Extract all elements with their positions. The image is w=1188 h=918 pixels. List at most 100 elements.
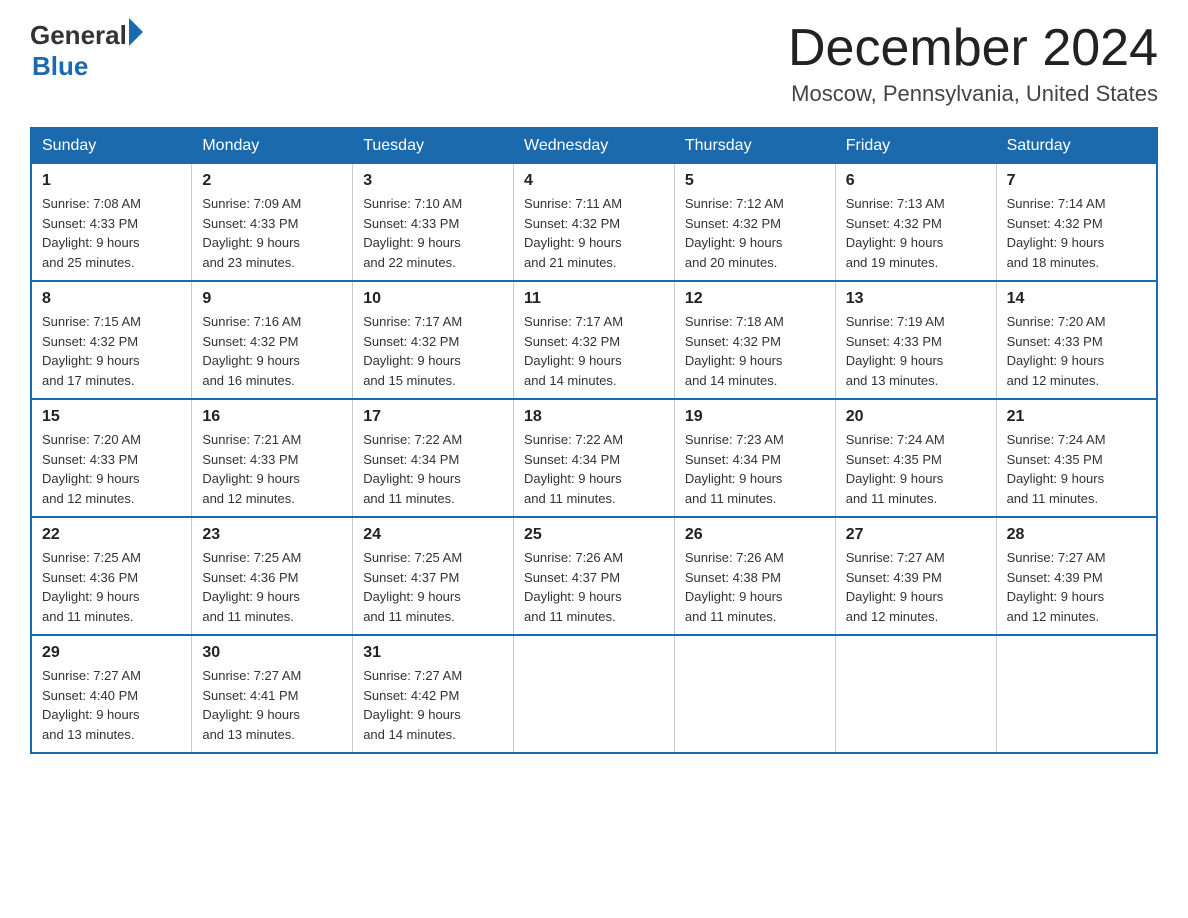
day-info: Sunrise: 7:27 AMSunset: 4:41 PMDaylight:… bbox=[202, 666, 342, 744]
day-number: 12 bbox=[685, 290, 825, 308]
day-info: Sunrise: 7:11 AMSunset: 4:32 PMDaylight:… bbox=[524, 194, 664, 272]
day-info: Sunrise: 7:27 AMSunset: 4:39 PMDaylight:… bbox=[1007, 548, 1146, 626]
month-title: December 2024 bbox=[788, 20, 1158, 77]
header-friday: Friday bbox=[835, 128, 996, 164]
day-info: Sunrise: 7:14 AMSunset: 4:32 PMDaylight:… bbox=[1007, 194, 1146, 272]
day-info: Sunrise: 7:20 AMSunset: 4:33 PMDaylight:… bbox=[1007, 312, 1146, 390]
day-info: Sunrise: 7:27 AMSunset: 4:42 PMDaylight:… bbox=[363, 666, 503, 744]
calendar-cell: 6 Sunrise: 7:13 AMSunset: 4:32 PMDaylight… bbox=[835, 164, 996, 282]
day-number: 9 bbox=[202, 290, 342, 308]
calendar-cell: 19Sunrise: 7:23 AMSunset: 4:34 PMDayligh… bbox=[674, 399, 835, 517]
day-info: Sunrise: 7:13 AMSunset: 4:32 PMDaylight:… bbox=[846, 194, 986, 272]
calendar-cell: 9 Sunrise: 7:16 AMSunset: 4:32 PMDaylight… bbox=[192, 281, 353, 399]
calendar-cell: 24 Sunrise: 7:25 AMSunset: 4:37 PMDayligh… bbox=[353, 517, 514, 635]
day-info: Sunrise: 7:27 AMSunset: 4:40 PMDaylight:… bbox=[42, 666, 181, 744]
calendar-cell: 18 Sunrise: 7:22 AMSunset: 4:34 PMDayligh… bbox=[514, 399, 675, 517]
day-info: Sunrise: 7:09 AMSunset: 4:33 PMDaylight:… bbox=[202, 194, 342, 272]
day-info: Sunrise: 7:25 AMSunset: 4:37 PMDaylight:… bbox=[363, 548, 503, 626]
day-info: Sunrise: 7:10 AMSunset: 4:33 PMDaylight:… bbox=[363, 194, 503, 272]
day-number: 22 bbox=[42, 526, 181, 544]
day-info: Sunrise: 7:24 AMSunset: 4:35 PMDaylight:… bbox=[846, 430, 986, 508]
calendar-cell: 22Sunrise: 7:25 AMSunset: 4:36 PMDayligh… bbox=[31, 517, 192, 635]
calendar-table: SundayMondayTuesdayWednesdayThursdayFrid… bbox=[30, 127, 1158, 754]
logo-container: General Blue bbox=[30, 20, 143, 82]
day-number: 5 bbox=[685, 172, 825, 190]
logo-blue-text: Blue bbox=[32, 51, 88, 82]
logo-general-text: General bbox=[30, 20, 127, 51]
day-number: 31 bbox=[363, 644, 503, 662]
calendar-cell: 28 Sunrise: 7:27 AMSunset: 4:39 PMDayligh… bbox=[996, 517, 1157, 635]
calendar-cell: 14 Sunrise: 7:20 AMSunset: 4:33 PMDayligh… bbox=[996, 281, 1157, 399]
calendar-cell: 5 Sunrise: 7:12 AMSunset: 4:32 PMDaylight… bbox=[674, 164, 835, 282]
location-subtitle: Moscow, Pennsylvania, United States bbox=[788, 81, 1158, 107]
day-number: 1 bbox=[42, 172, 181, 190]
day-number: 17 bbox=[363, 408, 503, 426]
day-number: 21 bbox=[1007, 408, 1146, 426]
day-number: 30 bbox=[202, 644, 342, 662]
calendar-cell: 1Sunrise: 7:08 AMSunset: 4:33 PMDaylight… bbox=[31, 164, 192, 282]
header-monday: Monday bbox=[192, 128, 353, 164]
day-number: 15 bbox=[42, 408, 181, 426]
day-info: Sunrise: 7:17 AMSunset: 4:32 PMDaylight:… bbox=[363, 312, 503, 390]
calendar-week-row: 8 Sunrise: 7:15 AMSunset: 4:32 PMDaylight… bbox=[31, 281, 1157, 399]
calendar-cell: 17Sunrise: 7:22 AMSunset: 4:34 PMDayligh… bbox=[353, 399, 514, 517]
calendar-cell: 26Sunrise: 7:26 AMSunset: 4:38 PMDayligh… bbox=[674, 517, 835, 635]
day-number: 6 bbox=[846, 172, 986, 190]
calendar-cell: 10 Sunrise: 7:17 AMSunset: 4:32 PMDayligh… bbox=[353, 281, 514, 399]
day-info: Sunrise: 7:18 AMSunset: 4:32 PMDaylight:… bbox=[685, 312, 825, 390]
calendar-cell: 8 Sunrise: 7:15 AMSunset: 4:32 PMDaylight… bbox=[31, 281, 192, 399]
day-number: 16 bbox=[202, 408, 342, 426]
calendar-cell: 21Sunrise: 7:24 AMSunset: 4:35 PMDayligh… bbox=[996, 399, 1157, 517]
day-number: 8 bbox=[42, 290, 181, 308]
day-info: Sunrise: 7:17 AMSunset: 4:32 PMDaylight:… bbox=[524, 312, 664, 390]
day-info: Sunrise: 7:22 AMSunset: 4:34 PMDaylight:… bbox=[524, 430, 664, 508]
day-number: 11 bbox=[524, 290, 664, 308]
header-saturday: Saturday bbox=[996, 128, 1157, 164]
day-number: 2 bbox=[202, 172, 342, 190]
day-number: 18 bbox=[524, 408, 664, 426]
day-info: Sunrise: 7:16 AMSunset: 4:32 PMDaylight:… bbox=[202, 312, 342, 390]
day-number: 20 bbox=[846, 408, 986, 426]
calendar-cell: 23Sunrise: 7:25 AMSunset: 4:36 PMDayligh… bbox=[192, 517, 353, 635]
calendar-cell bbox=[835, 635, 996, 753]
day-info: Sunrise: 7:15 AMSunset: 4:32 PMDaylight:… bbox=[42, 312, 181, 390]
calendar-cell: 11 Sunrise: 7:17 AMSunset: 4:32 PMDayligh… bbox=[514, 281, 675, 399]
day-number: 10 bbox=[363, 290, 503, 308]
calendar-cell: 15Sunrise: 7:20 AMSunset: 4:33 PMDayligh… bbox=[31, 399, 192, 517]
calendar-cell: 7 Sunrise: 7:14 AMSunset: 4:32 PMDaylight… bbox=[996, 164, 1157, 282]
day-number: 29 bbox=[42, 644, 181, 662]
day-info: Sunrise: 7:21 AMSunset: 4:33 PMDaylight:… bbox=[202, 430, 342, 508]
calendar-cell: 20 Sunrise: 7:24 AMSunset: 4:35 PMDayligh… bbox=[835, 399, 996, 517]
calendar-cell: 30 Sunrise: 7:27 AMSunset: 4:41 PMDayligh… bbox=[192, 635, 353, 753]
day-info: Sunrise: 7:26 AMSunset: 4:37 PMDaylight:… bbox=[524, 548, 664, 626]
calendar-cell: 25Sunrise: 7:26 AMSunset: 4:37 PMDayligh… bbox=[514, 517, 675, 635]
title-block: December 2024 Moscow, Pennsylvania, Unit… bbox=[788, 20, 1158, 107]
calendar-cell: 29 Sunrise: 7:27 AMSunset: 4:40 PMDayligh… bbox=[31, 635, 192, 753]
header-sunday: Sunday bbox=[31, 128, 192, 164]
day-info: Sunrise: 7:25 AMSunset: 4:36 PMDaylight:… bbox=[202, 548, 342, 626]
day-number: 24 bbox=[363, 526, 503, 544]
day-number: 3 bbox=[363, 172, 503, 190]
calendar-cell: 3 Sunrise: 7:10 AMSunset: 4:33 PMDaylight… bbox=[353, 164, 514, 282]
day-number: 4 bbox=[524, 172, 664, 190]
day-info: Sunrise: 7:23 AMSunset: 4:34 PMDaylight:… bbox=[685, 430, 825, 508]
calendar-cell: 4 Sunrise: 7:11 AMSunset: 4:32 PMDaylight… bbox=[514, 164, 675, 282]
day-number: 27 bbox=[846, 526, 986, 544]
calendar-cell bbox=[996, 635, 1157, 753]
calendar-header-row: SundayMondayTuesdayWednesdayThursdayFrid… bbox=[31, 128, 1157, 164]
calendar-cell: 27Sunrise: 7:27 AMSunset: 4:39 PMDayligh… bbox=[835, 517, 996, 635]
day-info: Sunrise: 7:26 AMSunset: 4:38 PMDaylight:… bbox=[685, 548, 825, 626]
calendar-cell: 16 Sunrise: 7:21 AMSunset: 4:33 PMDayligh… bbox=[192, 399, 353, 517]
day-number: 14 bbox=[1007, 290, 1146, 308]
day-number: 28 bbox=[1007, 526, 1146, 544]
day-info: Sunrise: 7:12 AMSunset: 4:32 PMDaylight:… bbox=[685, 194, 825, 272]
day-info: Sunrise: 7:19 AMSunset: 4:33 PMDaylight:… bbox=[846, 312, 986, 390]
calendar-week-row: 1Sunrise: 7:08 AMSunset: 4:33 PMDaylight… bbox=[31, 164, 1157, 282]
calendar-week-row: 15Sunrise: 7:20 AMSunset: 4:33 PMDayligh… bbox=[31, 399, 1157, 517]
calendar-cell: 2 Sunrise: 7:09 AMSunset: 4:33 PMDaylight… bbox=[192, 164, 353, 282]
calendar-week-row: 29 Sunrise: 7:27 AMSunset: 4:40 PMDayligh… bbox=[31, 635, 1157, 753]
logo-arrow-icon bbox=[129, 18, 143, 46]
day-number: 7 bbox=[1007, 172, 1146, 190]
header-tuesday: Tuesday bbox=[353, 128, 514, 164]
logo: General Blue bbox=[30, 20, 143, 82]
